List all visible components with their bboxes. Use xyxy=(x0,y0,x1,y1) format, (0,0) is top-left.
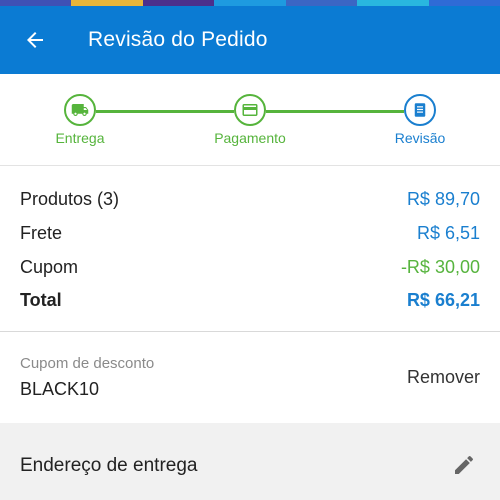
coupon-label: Cupom xyxy=(20,257,79,277)
coupon-code: BLACK10 xyxy=(20,379,100,399)
app-bar: Revisão do Pedido xyxy=(0,6,500,74)
products-label: Produtos (3) xyxy=(20,189,120,209)
step-revisao[interactable]: Revisão xyxy=(350,94,490,146)
summary-row-total: Total R$ 66,21 xyxy=(20,290,480,311)
shipping-label: Frete xyxy=(20,223,63,243)
address-section-title: Endereço de entrega xyxy=(20,455,198,476)
summary-row-products: Produtos (3) R$ 89,70 xyxy=(20,189,480,210)
back-button[interactable] xyxy=(6,6,64,74)
delivery-address-section: Endereço de entrega xyxy=(0,423,500,500)
products-value: R$ 89,70 xyxy=(406,189,480,209)
coupon-section: Cupom de desconto BLACK10 Remover xyxy=(0,333,500,423)
order-summary: Produtos (3) R$ 89,70 Frete R$ 6,51 Cupo… xyxy=(0,180,500,332)
edit-address-button[interactable] xyxy=(450,451,478,479)
checkout-stepper: Entrega Pagamento Revisão xyxy=(0,74,500,166)
pencil-icon xyxy=(455,455,474,474)
truck-icon xyxy=(71,104,89,116)
step-circle xyxy=(64,94,96,126)
step-label: Revisão xyxy=(394,130,446,146)
step-circle xyxy=(404,94,436,126)
arrow-back-icon xyxy=(27,32,43,48)
total-value: R$ 66,21 xyxy=(406,290,480,310)
page-title: Revisão do Pedido xyxy=(88,28,268,51)
credit-card-icon xyxy=(242,104,258,116)
remove-coupon-button[interactable]: Remover xyxy=(407,367,480,388)
step-circle xyxy=(234,94,266,126)
coupon-discount-value: -R$ 30,00 xyxy=(400,257,480,277)
summary-row-coupon: Cupom -R$ 30,00 xyxy=(20,257,480,278)
total-label: Total xyxy=(20,290,62,310)
step-label: Pagamento xyxy=(214,130,286,146)
step-pagamento[interactable]: Pagamento xyxy=(180,94,320,146)
step-label: Entrega xyxy=(55,130,105,146)
shipping-value: R$ 6,51 xyxy=(416,223,480,243)
step-entrega[interactable]: Entrega xyxy=(10,94,150,146)
summary-row-shipping: Frete R$ 6,51 xyxy=(20,223,480,244)
coupon-caption: Cupom de desconto xyxy=(20,355,155,372)
document-icon xyxy=(414,103,426,117)
